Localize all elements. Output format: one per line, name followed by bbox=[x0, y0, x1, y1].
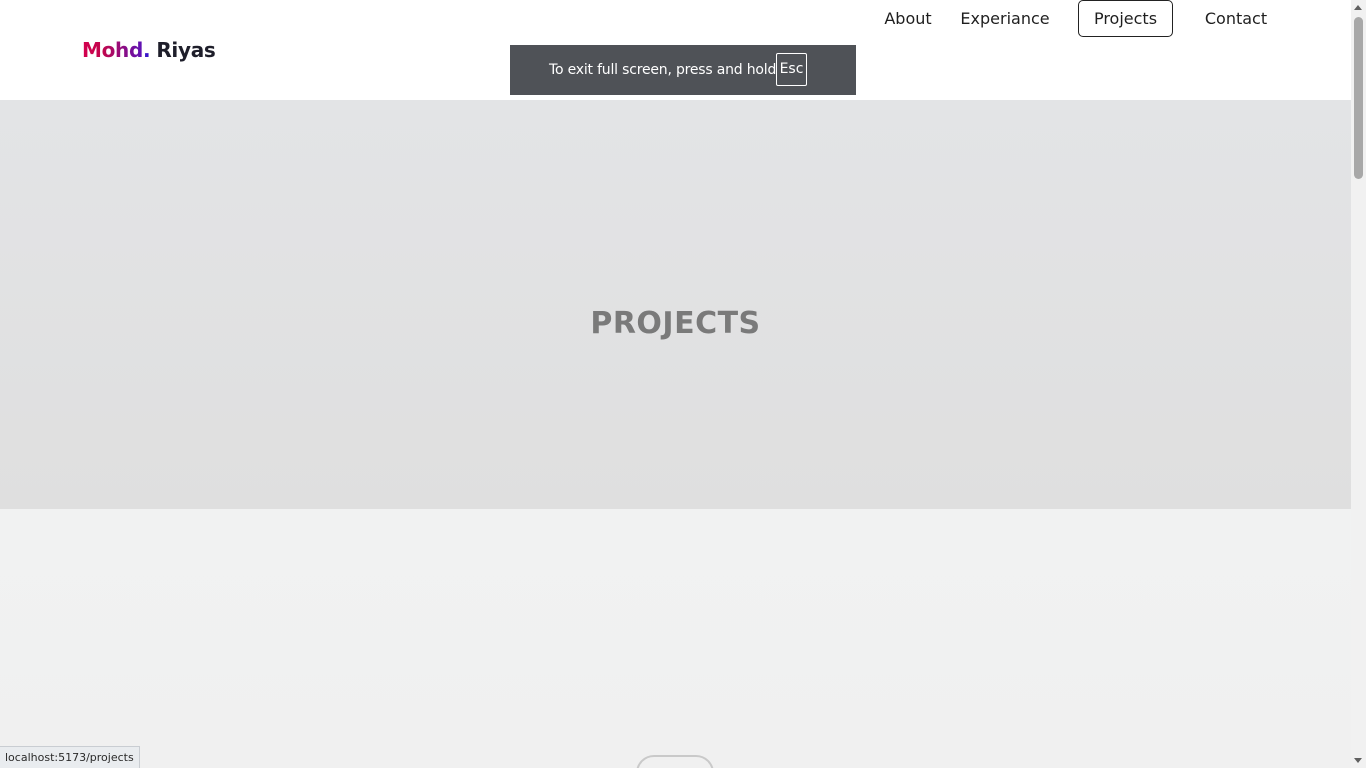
nav-link-projects[interactable]: Projects bbox=[1078, 0, 1173, 37]
nav-link-experiance[interactable]: Experiance bbox=[960, 0, 1050, 37]
projects-hero: PROJECTS bbox=[0, 100, 1351, 509]
fullscreen-notice-message: To exit full screen, press and hold bbox=[549, 62, 777, 78]
link-status-bar: localhost:5173/projects bbox=[0, 746, 140, 768]
site-logo[interactable]: Mohd. Riyas bbox=[82, 36, 216, 64]
scroll-up-arrow-icon[interactable] bbox=[1351, 0, 1366, 15]
page: Mohd. Riyas About Experiance Projects Con… bbox=[0, 0, 1351, 768]
page-title: PROJECTS bbox=[590, 306, 761, 342]
esc-key-badge: Esc bbox=[776, 53, 807, 86]
scrollbar-thumb[interactable] bbox=[1354, 17, 1363, 179]
partially-visible-card bbox=[636, 755, 714, 768]
projects-content-section bbox=[0, 509, 1351, 768]
logo-dot: . bbox=[143, 38, 151, 62]
vertical-scrollbar[interactable] bbox=[1351, 0, 1366, 768]
nav-link-about[interactable]: About bbox=[883, 0, 933, 37]
scroll-down-arrow-icon[interactable] bbox=[1351, 753, 1366, 768]
logo-last-name: Riyas bbox=[156, 38, 216, 62]
logo-first-name: Mohd bbox=[82, 38, 143, 62]
nav-link-contact[interactable]: Contact bbox=[1202, 0, 1270, 37]
browser-viewport: Mohd. Riyas About Experiance Projects Con… bbox=[0, 0, 1366, 768]
fullscreen-exit-notice: To exit full screen, press and hold Esc bbox=[510, 45, 856, 95]
